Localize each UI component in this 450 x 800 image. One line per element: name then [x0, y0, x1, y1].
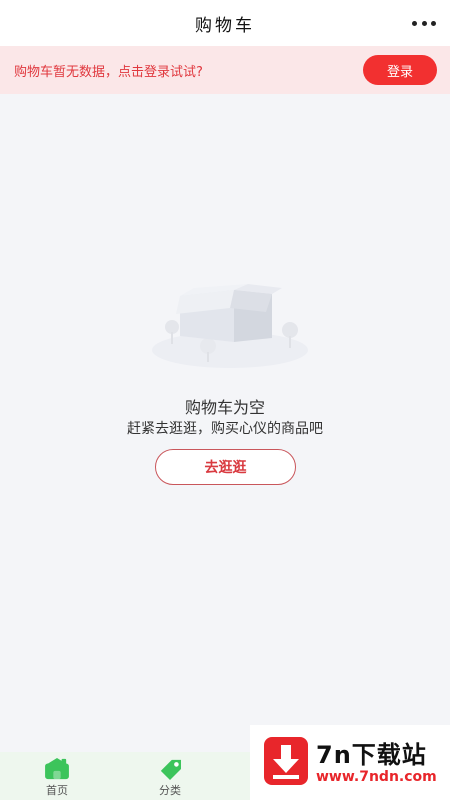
- empty-cart-subtitle: 赶紧去逛逛，购买心仪的商品吧: [127, 421, 323, 437]
- tab-category-label: 分类: [159, 784, 181, 797]
- watermark-title: 7n下载站: [316, 741, 427, 769]
- page-title: 购物车: [195, 15, 255, 36]
- go-shopping-button[interactable]: 去逛逛: [155, 449, 296, 485]
- tag-icon: [160, 759, 181, 780]
- tab-home[interactable]: 首页: [27, 758, 87, 798]
- header-bar: 购物车: [0, 0, 450, 46]
- login-button[interactable]: 登录: [363, 55, 437, 85]
- download-icon: [264, 737, 308, 785]
- more-dots-icon[interactable]: [412, 12, 436, 34]
- tab-home-label: 首页: [46, 784, 68, 797]
- home-icon: [45, 758, 69, 780]
- empty-box-icon: [152, 284, 308, 368]
- tab-category[interactable]: 分类: [140, 758, 200, 798]
- login-prompt-bar: 购物车暂无数据，点击登录试试? 登录: [0, 46, 450, 94]
- watermark-logo: 7n下载站 www.7ndn.com: [250, 725, 450, 800]
- empty-cart-title: 购物车为空: [184, 398, 265, 417]
- watermark-url: www.7ndn.com: [316, 769, 437, 785]
- login-prompt-message: 购物车暂无数据，点击登录试试?: [14, 64, 203, 80]
